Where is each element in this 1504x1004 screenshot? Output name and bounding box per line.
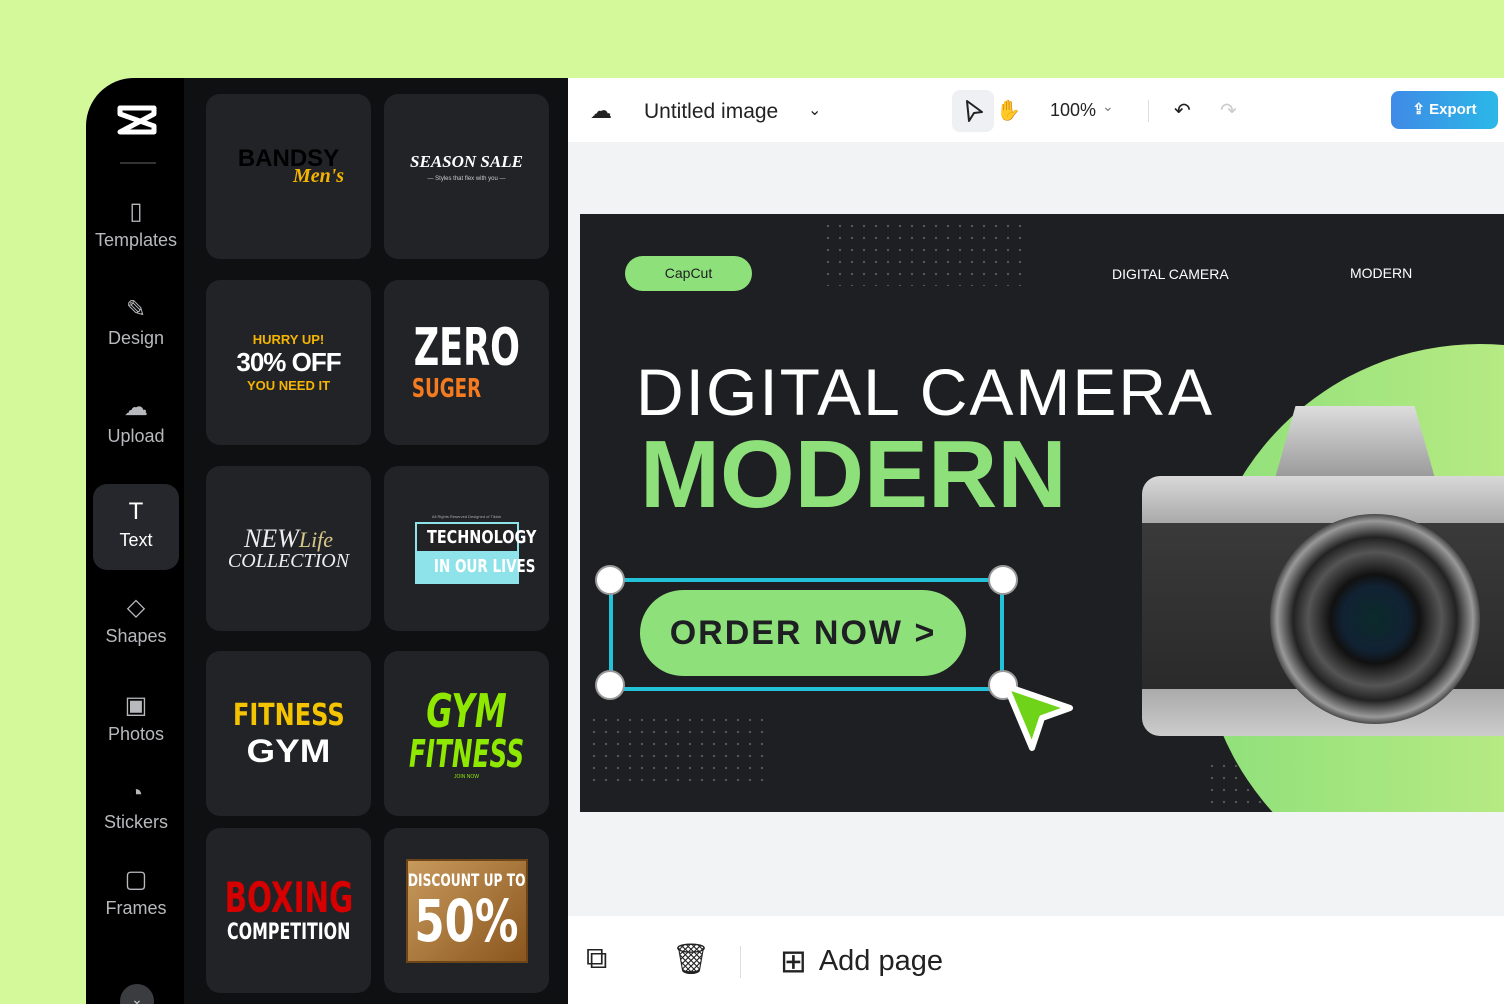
sidebar-item-design[interactable]: ✎ Design (93, 282, 179, 368)
template-text: BOXING (224, 873, 353, 922)
capcut-logo-icon[interactable] (116, 102, 158, 138)
frame-icon: ▢ (124, 866, 148, 893)
template-text: 30% OFF (236, 347, 341, 377)
sidebar-item-stickers[interactable]: ◔ Stickers (93, 766, 179, 852)
template-text: 50% (414, 886, 519, 955)
photo-icon: ▣ (124, 692, 148, 719)
export-label: Export (1429, 101, 1477, 118)
dot-pattern (822, 220, 1026, 286)
sidebar-item-photos[interactable]: ▣ Photos (93, 678, 179, 764)
sidebar-item-templates[interactable]: ▯ Templates (93, 184, 179, 270)
add-page-icon: ⊞ (780, 943, 807, 979)
sticker-icon: ◔ (128, 780, 144, 807)
divider (1148, 100, 1149, 122)
capcut-pill: CapCut (625, 256, 752, 291)
sidebar-item-text[interactable]: T Text (93, 484, 179, 570)
app-window: ▯ Templates ✎ Design ☁ Upload T Text ◇ Shapes ▣ Pho… (86, 78, 1504, 1004)
template-text: All Rights Reserved Designed of Tiktok (431, 513, 502, 519)
top-toolbar: ☁ Untitled image ⌄ ✋ 100% ⌄ ↶ ↷ ⇪ Export (568, 78, 1504, 142)
sidebar-item-label: Templates (94, 230, 178, 250)
template-card[interactable]: NEWLife COLLECTION (206, 466, 371, 631)
template-text: GYM (246, 732, 331, 769)
headline: DIGITAL CAMERA (636, 355, 1215, 429)
design-icon: ✎ (125, 296, 147, 323)
cursor-pointer-icon (1003, 683, 1073, 751)
add-page-label: Add page (818, 944, 943, 977)
template-text: NEW (243, 524, 299, 553)
subheadline: MODERN (640, 421, 1067, 528)
divider (120, 162, 156, 164)
resize-handle[interactable] (988, 565, 1018, 595)
trash-icon[interactable]: 🗑 (672, 942, 710, 977)
template-text: YOU NEED IT (246, 378, 331, 393)
hand-tool-icon[interactable]: ✋ (996, 98, 1021, 123)
template-text: TECHNOLOGY (426, 523, 536, 551)
selection-box (609, 578, 1004, 691)
template-text: FITNESS (408, 731, 525, 776)
export-button[interactable]: ⇪ Export (1391, 91, 1498, 129)
template-text: FITNESS (232, 697, 345, 733)
chevron-down-icon[interactable]: ⌄ (120, 984, 154, 1004)
sidebar-item-label: Text (119, 530, 153, 550)
resize-handle[interactable] (595, 670, 625, 700)
template-text: ZERO (413, 317, 520, 378)
template-text: SUGER (411, 373, 482, 404)
pointer-icon (966, 100, 983, 122)
template-text: COMPETITION (226, 920, 351, 945)
divider (740, 946, 741, 978)
zoom-level[interactable]: 100% (1050, 100, 1096, 121)
sidebar-item-shapes[interactable]: ◇ Shapes (93, 580, 179, 666)
sidebar-item-label: Design (107, 328, 165, 348)
template-text: HURRY UP! (252, 332, 325, 347)
document-title[interactable]: Untitled image (644, 100, 778, 124)
template-card[interactable]: All Rights Reserved Designed of Tiktok T… (384, 466, 549, 631)
template-text: GYM (426, 683, 507, 738)
sidebar-item-label: Frames (105, 898, 167, 918)
upload-cloud-icon: ☁ (124, 394, 148, 421)
template-text: COLLECTION (227, 550, 350, 572)
template-text: Men's (292, 165, 345, 187)
template-card[interactable]: BOXING COMPETITION (206, 828, 371, 993)
template-card[interactable]: SEASON SALE — Styles that flex with you … (384, 94, 549, 259)
sidebar-item-upload[interactable]: ☁ Upload (93, 380, 179, 466)
dot-pattern (588, 714, 768, 790)
templates-icon: ▯ (129, 198, 143, 225)
template-card[interactable]: ZERO SUGER (384, 280, 549, 445)
sidebar-item-label: Stickers (103, 812, 168, 832)
share-icon: ⇪ (1412, 101, 1430, 118)
cloud-save-icon[interactable]: ☁ (590, 98, 612, 124)
template-text: Life (298, 527, 334, 552)
template-card[interactable]: HURRY UP! 30% OFF YOU NEED IT (206, 280, 371, 445)
redo-icon[interactable]: ↷ (1220, 98, 1237, 123)
undo-icon[interactable]: ↶ (1174, 98, 1191, 123)
template-text: SEASON SALE (410, 151, 523, 171)
template-card[interactable]: DISCOUNT UP TO 50% (384, 828, 549, 993)
chevron-down-icon[interactable]: ⌄ (1102, 98, 1114, 115)
sidebar-item-frames[interactable]: ▢ Frames (93, 852, 179, 938)
template-card[interactable]: FITNESS GYM (206, 651, 371, 816)
template-text: IN OUR LIVES (433, 555, 536, 577)
template-text: — Styles that flex with you — (427, 175, 506, 182)
text-icon: T (128, 498, 144, 525)
sidebar-item-label: Shapes (105, 626, 167, 646)
duplicate-page-icon[interactable]: ⧉ (586, 942, 607, 976)
add-page-button[interactable]: ⊞ Add page (780, 942, 943, 980)
resize-handle[interactable] (595, 565, 625, 595)
nav-label: DIGITAL CAMERA (1112, 266, 1229, 282)
sidebar-item-label: Photos (107, 724, 165, 744)
bottom-toolbar: ⧉ 🗑 ⊞ Add page (568, 916, 1504, 1004)
sidebar-item-label: Upload (107, 426, 165, 446)
design-canvas[interactable]: CapCut DIGITAL CAMERA MODERN DIGITAL CAM… (580, 214, 1504, 812)
select-tool-button[interactable] (952, 90, 994, 132)
shapes-icon: ◇ (126, 594, 146, 621)
template-card[interactable]: BANDSY Men's (206, 94, 371, 259)
sidebar-rail: ▯ Templates ✎ Design ☁ Upload T Text ◇ Shapes ▣ Pho… (86, 78, 184, 1004)
text-templates-panel: BANDSY Men's SEASON SALE — Styles that f… (184, 78, 568, 1004)
chevron-down-icon[interactable]: ⌄ (808, 100, 821, 120)
nav-label: MODERN (1350, 265, 1413, 281)
template-card[interactable]: GYM FITNESS JOIN NOW (384, 651, 549, 816)
